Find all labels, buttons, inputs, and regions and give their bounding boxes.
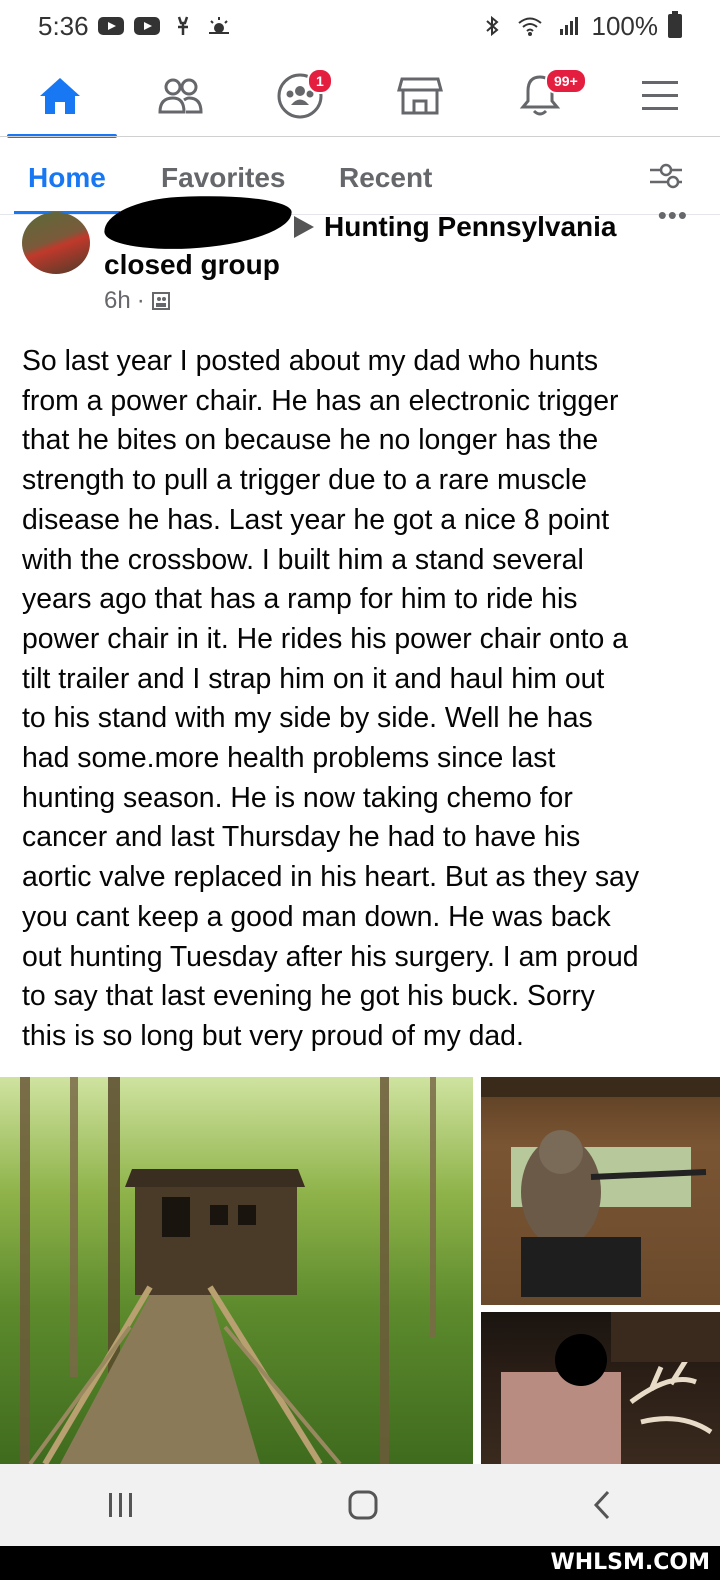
battery-percent: 100% <box>591 10 659 41</box>
arrow-right-icon <box>294 216 314 238</box>
group-name[interactable]: Hunting Pennsylvania <box>324 211 617 242</box>
nav-notifications[interactable]: 99+ <box>485 56 595 136</box>
nav-home[interactable] <box>5 56 117 138</box>
filter-icon[interactable] <box>648 160 684 192</box>
nav-marketplace[interactable] <box>365 56 475 136</box>
system-nav-bar <box>0 1464 720 1546</box>
group-type: closed group <box>104 249 280 280</box>
youtube-icon <box>133 17 160 35</box>
back-icon[interactable] <box>590 1489 614 1521</box>
deer-notification-icon <box>177 16 188 35</box>
nav-menu[interactable] <box>605 56 715 136</box>
buck-illustration <box>501 1312 720 1464</box>
watermark-bar: WHLSM.COM <box>0 1546 720 1580</box>
marketplace-icon <box>397 77 443 115</box>
post-meta: 6h · <box>104 287 171 315</box>
nav-divider <box>0 136 720 137</box>
group-privacy-icon <box>151 292 170 310</box>
status-bar: 5:36 100% <box>0 0 720 52</box>
bluetooth-icon <box>485 15 499 37</box>
avatar[interactable] <box>22 212 90 274</box>
post-header: Hunting Pennsylvania closed group <box>104 208 684 284</box>
post-body: So last year I posted about my dad who h… <box>22 345 640 1052</box>
hunting-stand-photo[interactable] <box>0 1077 473 1464</box>
nav-friends[interactable] <box>125 56 235 136</box>
weather-icon <box>208 17 229 34</box>
more-options-icon[interactable]: ••• <box>658 200 688 231</box>
home-button-icon[interactable] <box>347 1489 379 1521</box>
recent-apps-icon[interactable] <box>106 1491 136 1519</box>
friends-icon <box>158 78 203 114</box>
groups-badge: 1 <box>307 68 333 94</box>
hamburger-menu-icon <box>642 81 678 110</box>
status-time: 5:36 <box>38 10 89 41</box>
signal-icon <box>559 17 578 35</box>
man-in-stand-illustration <box>481 1077 720 1297</box>
watermark: WHLSM.COM <box>550 1550 710 1575</box>
hunting-stand-illustration <box>20 1077 436 1464</box>
buck-photo[interactable] <box>481 1312 720 1464</box>
notifications-badge: 99+ <box>545 68 587 94</box>
youtube-icon <box>97 17 124 35</box>
post-time[interactable]: 6h <box>104 287 131 315</box>
wifi-icon <box>517 17 542 36</box>
tab-recent[interactable]: Recent <box>339 142 432 214</box>
battery-icon <box>668 11 682 38</box>
nav-groups[interactable]: 1 <box>245 56 355 136</box>
feed-tabs: Home Favorites Recent <box>0 142 720 214</box>
man-in-stand-photo[interactable] <box>481 1077 720 1305</box>
meta-separator: · <box>136 287 145 314</box>
tab-home[interactable]: Home <box>14 142 120 214</box>
top-nav: 1 99+ <box>0 56 720 138</box>
home-icon <box>40 78 80 114</box>
